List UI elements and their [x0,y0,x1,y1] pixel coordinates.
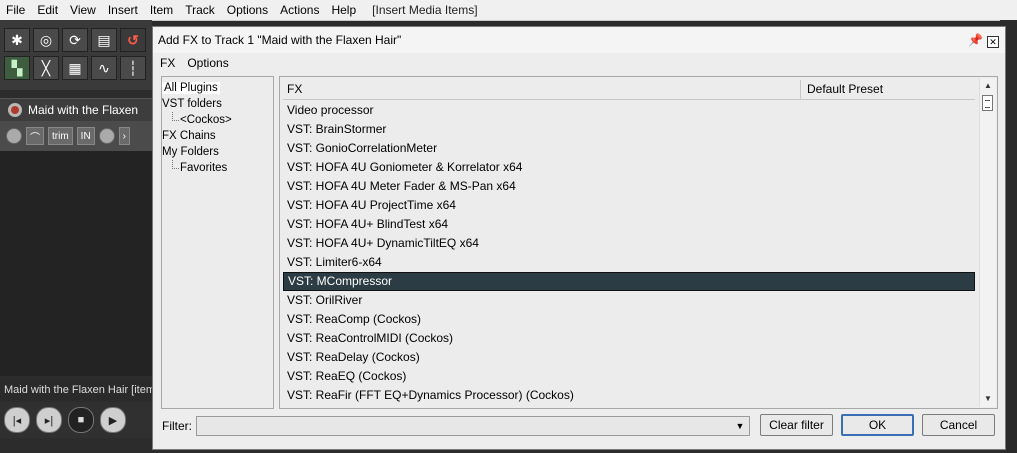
item-status: Maid with the Flaxen Hair [item [0,380,152,400]
fx-list-row[interactable]: VST: ReaEQ (Cockos) [283,367,975,386]
save-icon[interactable]: ⟳ [62,28,88,52]
tree-item-label: All Plugins [162,82,220,94]
list-header: FX Default Preset [283,80,975,100]
phase-icon[interactable] [6,128,22,144]
clear-filter-button[interactable]: Clear filter [760,414,833,436]
arrange-area[interactable] [0,151,152,376]
new-project-icon[interactable]: ✱ [4,28,30,52]
dialog-titlebar[interactable]: Add FX to Track 1 "Maid with the Flaxen … [153,27,1005,53]
menubar-status-text: [Insert Media Items] [372,3,478,17]
input-button[interactable]: IN [76,127,95,145]
play-icon[interactable]: ▶ [100,407,126,433]
filter-combobox[interactable]: ▼ [196,416,750,436]
snap-icon[interactable]: ▚ [4,56,30,80]
fx-list-row[interactable]: VST: GonioCorrelationMeter [283,139,975,158]
record-arm-button[interactable] [8,103,22,117]
fx-list-row[interactable]: VST: OrilRiver [283,291,975,310]
tree-item-label: Favorites [180,162,228,174]
menu-actions[interactable]: Actions [274,0,325,20]
fx-list-row[interactable]: VST: HOFA 4U+ DynamicTiltEQ x64 [283,234,975,253]
menu-options[interactable]: Options [221,0,274,20]
dialog-title: Add FX to Track 1 "Maid with the Flaxen … [158,33,402,47]
tree-item[interactable]: All Plugins [162,80,273,96]
undo-icon[interactable]: ↺ [120,28,146,52]
track-name[interactable]: Maid with the Flaxen [28,103,138,117]
menu-view[interactable]: View [64,0,102,20]
column-header-fx[interactable]: FX [283,80,801,99]
fx-list-row[interactable]: VST: HOFA 4U Meter Fader & MS-Pan x64 [283,177,975,196]
scroll-thumb[interactable] [982,95,993,111]
monitor-icon[interactable] [98,128,115,144]
ripple-icon[interactable]: ╳ [33,56,59,80]
scroll-up-icon[interactable]: ▲ [980,78,996,94]
cancel-button[interactable]: Cancel [922,414,995,436]
menu-help[interactable]: Help [325,0,362,20]
fx-list-row[interactable]: Video processor [283,101,975,120]
fx-list-row[interactable]: VST: MCompressor [283,272,975,291]
tree-item-label: FX Chains [162,130,216,142]
ok-button[interactable]: OK [841,414,914,436]
tree-item[interactable]: <Cockos> [162,112,273,128]
route-button[interactable]: › [118,127,131,145]
menu-edit[interactable]: Edit [31,0,64,20]
add-fx-dialog: Add FX to Track 1 "Maid with the Flaxen … [152,26,1006,450]
dialog-menu-options[interactable]: Options [180,56,233,70]
go-end-icon[interactable]: ▸| [36,407,62,433]
scroll-down-icon[interactable]: ▼ [980,391,996,407]
tree-item[interactable]: VST folders [162,96,273,112]
menu-track[interactable]: Track [179,0,221,20]
fx-list-row[interactable]: VST: ReaDelay (Cockos) [283,348,975,367]
menu-insert[interactable]: Insert [102,0,144,20]
tree-item[interactable]: My Folders [162,144,273,160]
filter-label: Filter: [162,419,192,433]
envelope-button[interactable]: ⌒ [26,127,44,145]
fx-list-row[interactable]: VST: ReaComp (Cockos) [283,310,975,329]
plugin-folder-tree[interactable]: All Plugins VST folders <Cockos> FX Chains M… [161,76,274,409]
transport-bar: |◂ ▸| ■ ▶ [0,402,152,438]
fx-list-row[interactable]: VST: HOFA 4U Goniometer & Korrelator x64 [283,158,975,177]
vertical-scrollbar[interactable]: ▲ ▼ [979,78,996,407]
go-start-icon[interactable]: |◂ [4,407,30,433]
tree-item[interactable]: FX Chains [162,128,273,144]
track-header[interactable]: Maid with the Flaxen [0,98,152,121]
dialog-menubar: FX Options [153,53,1005,73]
track-controls: ⌒ trim IN › [0,121,152,151]
fx-list-row[interactable]: VST: Limiter6-x64 [283,253,975,272]
fx-list-row[interactable]: VST: ReaControlMIDI (Cockos) [283,329,975,348]
main-toolbar: ✱ ◎ ⟳ ▤ ↺ ▚ ╳ ▦ ∿ ┆ [0,20,152,90]
column-header-default-preset[interactable]: Default Preset [801,80,975,99]
filter-input[interactable] [197,417,730,435]
stop-icon[interactable]: ■ [68,407,94,433]
envelope-icon[interactable]: ∿ [91,56,117,80]
new-track-icon[interactable]: ▤ [91,28,117,52]
fx-list[interactable]: FX Default Preset Video processor VST: Br… [279,76,998,409]
fx-list-row[interactable]: VST: ReaFir (FFT EQ+Dynamics Processor) … [283,386,975,405]
fx-list-row[interactable]: VST: HOFA 4U+ BlindTest x64 [283,215,975,234]
markers-icon[interactable]: ┆ [120,56,146,80]
fx-list-row[interactable]: VST: HOFA 4U ProjectTime x64 [283,196,975,215]
pin-icon[interactable]: 📌 [968,33,983,47]
trim-button[interactable]: trim [48,127,73,145]
chevron-down-icon[interactable]: ▼ [731,417,749,435]
tree-item-label: <Cockos> [180,114,232,126]
tree-item[interactable]: Favorites [162,160,273,176]
fx-rows: Video processor VST: BrainStormer VST: Gon… [283,101,975,407]
menu-file[interactable]: File [0,0,31,20]
close-icon[interactable]: ✕ [987,36,999,48]
tree-item-label: VST folders [162,98,222,110]
menu-item[interactable]: Item [144,0,179,20]
app-menubar: File Edit View Insert Item Track Options… [0,0,1017,21]
grid-icon[interactable]: ▦ [62,56,88,80]
tree-item-label: My Folders [162,146,219,158]
dialog-menu-fx[interactable]: FX [153,56,180,70]
fx-list-row[interactable]: VST: BrainStormer [283,120,975,139]
open-project-icon[interactable]: ◎ [33,28,59,52]
